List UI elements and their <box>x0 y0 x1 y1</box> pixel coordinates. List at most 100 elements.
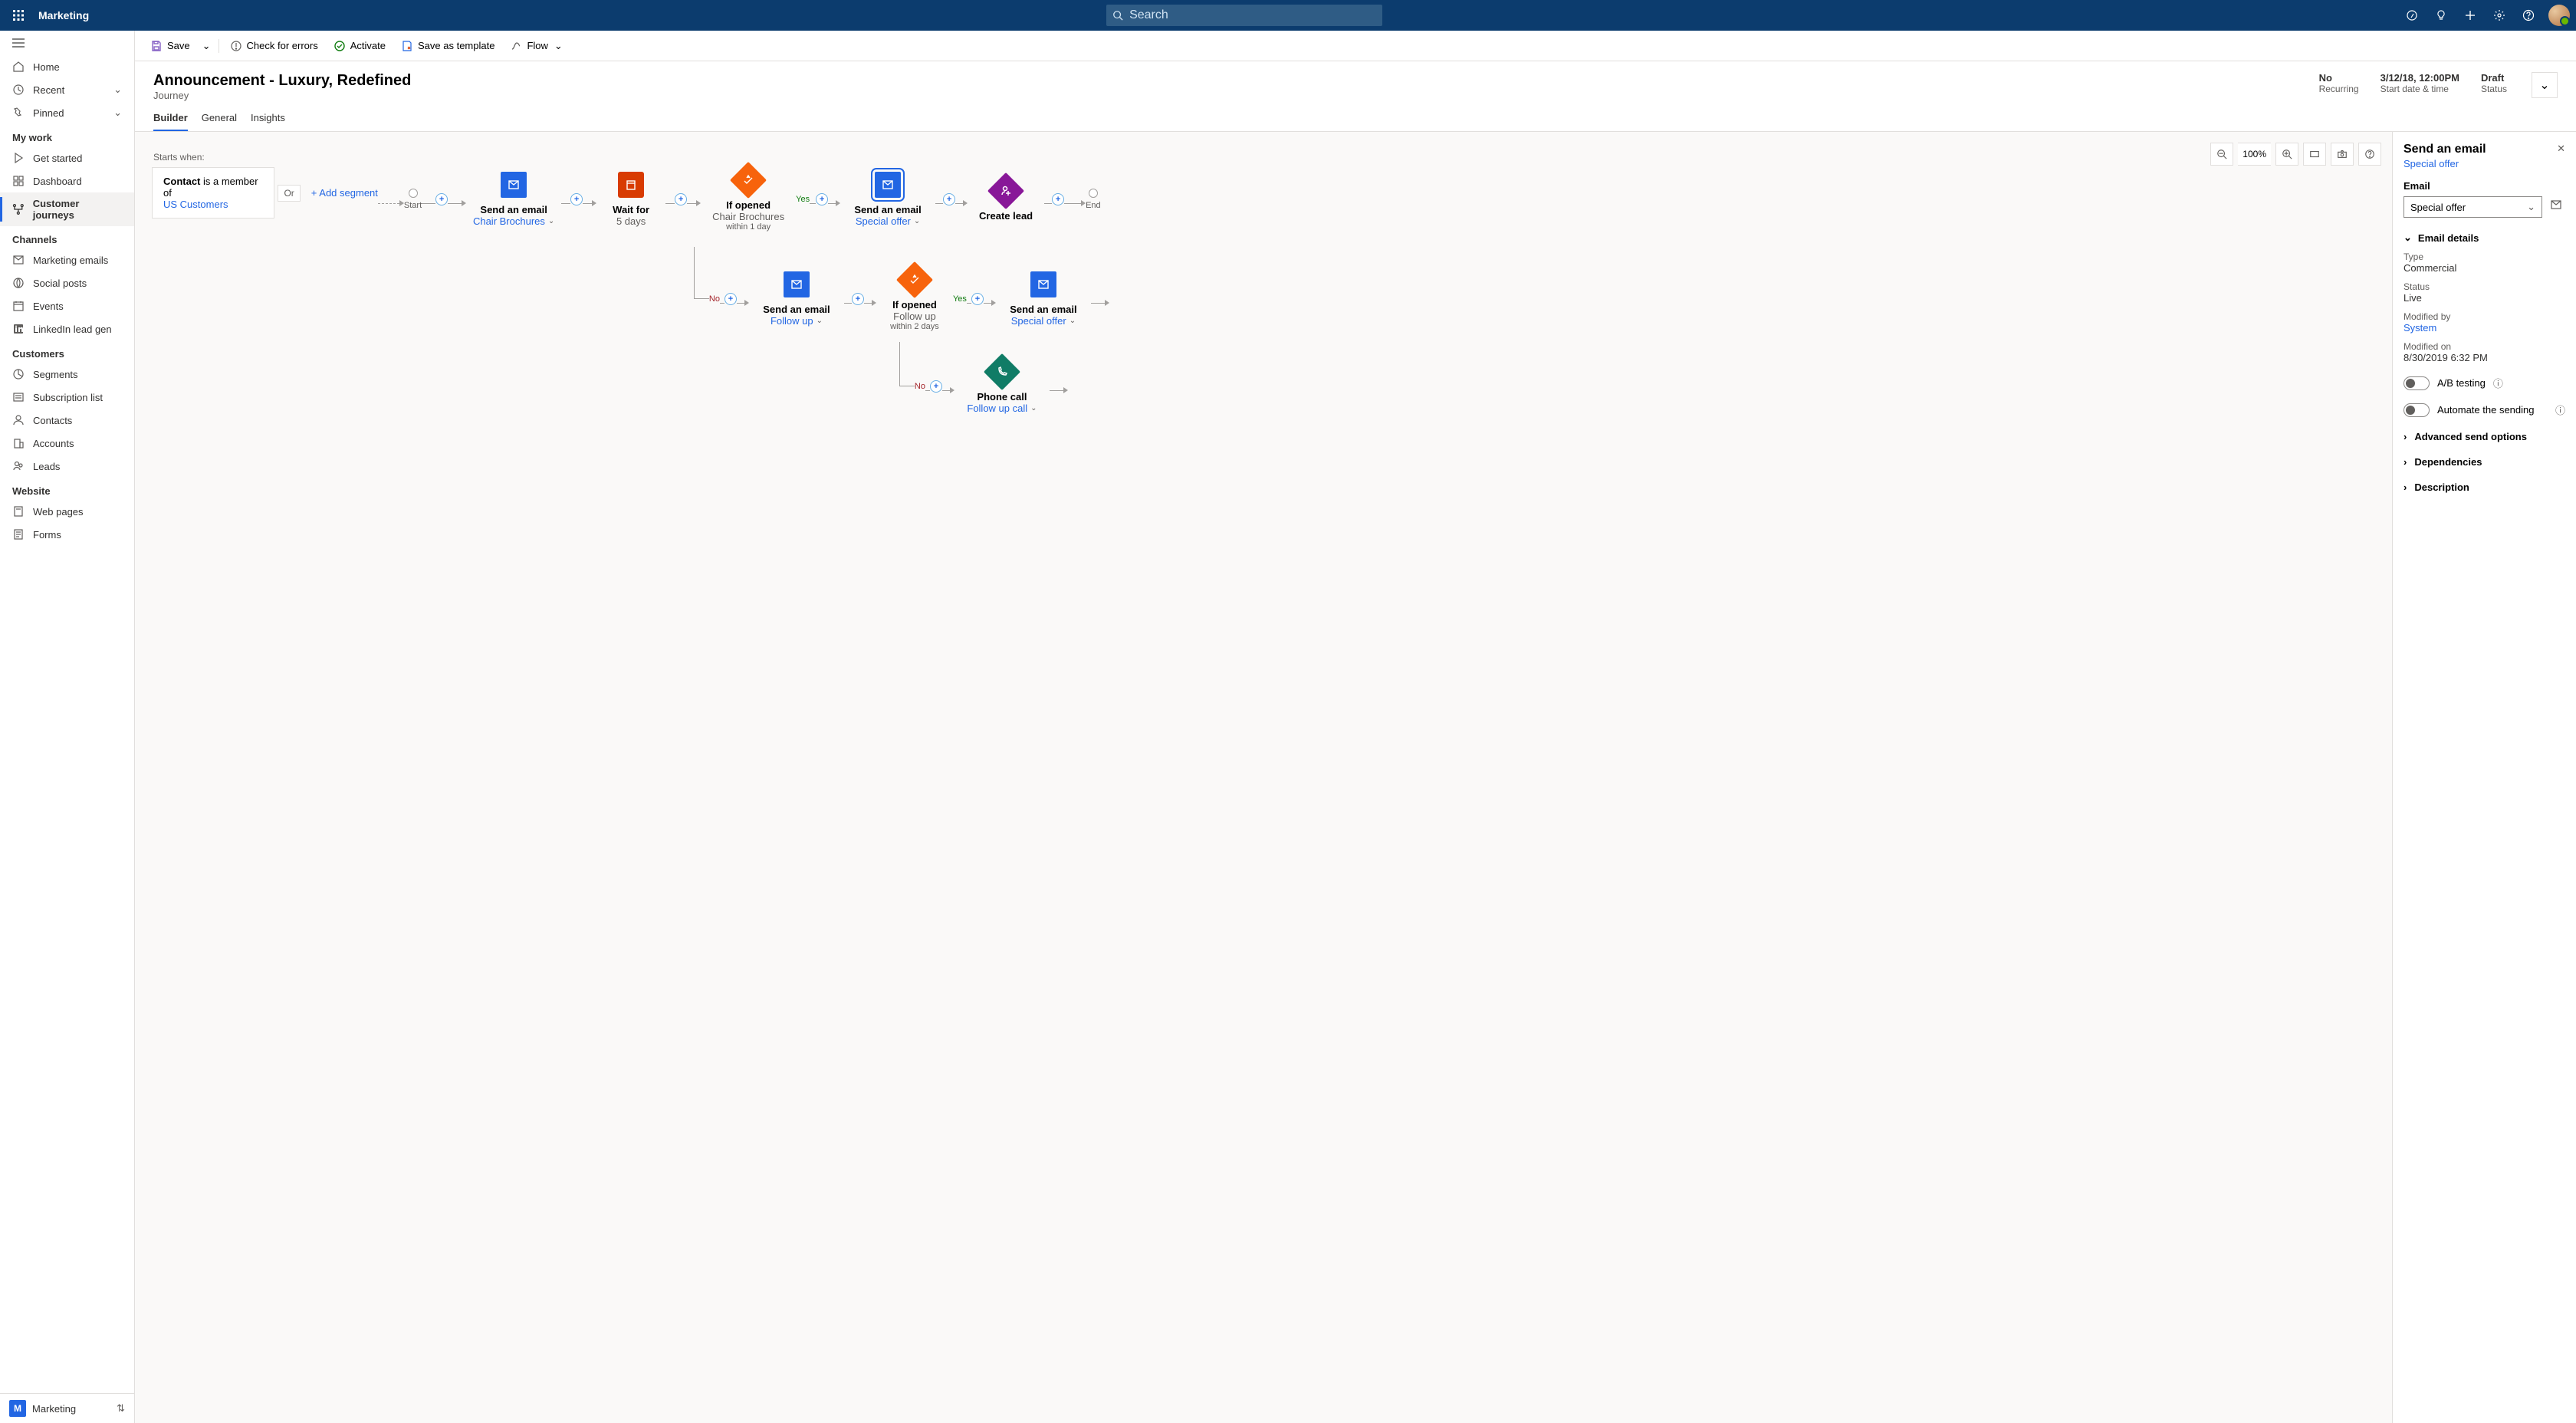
cmd-save-chevron[interactable]: ⌄ <box>199 35 214 57</box>
ab-testing-toggle[interactable] <box>2404 376 2430 390</box>
node-wait[interactable]: Wait for 5 days <box>596 172 665 227</box>
add-segment-button[interactable]: + Add segment <box>311 187 378 199</box>
area-switcher[interactable]: M Marketing ⇅ <box>0 1393 134 1423</box>
page-subtitle: Journey <box>153 90 2301 101</box>
fit-view-button[interactable] <box>2303 143 2326 166</box>
details-panel: Send an email Special offer ✕ Email Spec… <box>2392 132 2576 1423</box>
node-phone-call[interactable]: Phone call Follow up call⌄ <box>955 359 1050 414</box>
help-icon[interactable] <box>2516 3 2541 28</box>
add-tile-button[interactable]: + <box>930 380 942 393</box>
sidebar-item-contacts[interactable]: Contacts <box>0 409 134 432</box>
sidebar-item-dashboard[interactable]: Dashboard <box>0 169 134 192</box>
node-if-opened-1[interactable]: If opened Chair Brochures within 1 day <box>701 167 796 232</box>
chevron-down-icon: ⌄ <box>1030 404 1037 412</box>
add-icon[interactable] <box>2458 3 2482 28</box>
add-tile-button[interactable]: + <box>971 293 984 305</box>
global-search[interactable]: Search <box>1106 5 1382 26</box>
segment-link[interactable]: US Customers <box>163 199 228 210</box>
tab-general[interactable]: General <box>202 106 237 131</box>
add-tile-button[interactable]: + <box>1052 193 1064 205</box>
chevron-down-icon: ⌄ <box>2527 201 2535 213</box>
node-send-email-2[interactable]: Send an email Special offer⌄ <box>840 172 935 227</box>
cmd-activate[interactable]: Activate <box>327 35 392 57</box>
journey-canvas[interactable]: 100% Starts when: Contact is a member of… <box>135 132 2392 1423</box>
sidebar-item-home[interactable]: Home <box>0 55 134 78</box>
sidebar-item-events[interactable]: Events <box>0 294 134 317</box>
meta-recurring-lbl: Recurring <box>2319 84 2359 94</box>
segment-card[interactable]: Contact is a member of US Customers <box>152 167 274 219</box>
dependencies-section[interactable]: ›Dependencies <box>2404 456 2565 468</box>
node-send-email-1[interactable]: Send an email Chair Brochures⌄ <box>466 172 561 227</box>
zoom-in-button[interactable] <box>2275 143 2298 166</box>
sidebar-item-customer-journeys[interactable]: Customer journeys <box>0 192 134 226</box>
app-launcher-icon[interactable] <box>6 9 31 21</box>
sidebar-item-subscription-list[interactable]: Subscription list <box>0 386 134 409</box>
hamburger-icon[interactable] <box>0 31 134 55</box>
header-expand-button[interactable]: ⌄ <box>2532 72 2558 98</box>
node-send-email-4[interactable]: Send an email Special offer⌄ <box>996 271 1091 327</box>
panel-subtitle[interactable]: Special offer <box>2404 158 2557 169</box>
node-send-email-3[interactable]: Send an email Follow up⌄ <box>749 271 844 327</box>
sidebar-item-forms[interactable]: Forms <box>0 523 134 546</box>
cmd-check-errors[interactable]: Check for errors <box>224 35 324 57</box>
sidebar-item-web-pages[interactable]: Web pages <box>0 500 134 523</box>
sidebar-item-pinned[interactable]: Pinned⌄ <box>0 101 134 124</box>
add-tile-button[interactable]: + <box>816 193 828 205</box>
tab-builder[interactable]: Builder <box>153 106 188 131</box>
branch-yes: Yes <box>953 294 967 304</box>
cmd-flow[interactable]: Flow⌄ <box>504 35 568 57</box>
sidebar-item-marketing-emails[interactable]: Marketing emails <box>0 248 134 271</box>
global-navbar: Marketing Search <box>0 0 2576 31</box>
email-select[interactable]: Special offer⌄ <box>2404 196 2542 218</box>
add-tile-button[interactable]: + <box>943 193 955 205</box>
sidebar-section-channels: Channels <box>0 226 134 248</box>
sidebar-item-leads[interactable]: Leads <box>0 455 134 478</box>
start-node <box>409 189 418 198</box>
add-tile-button[interactable]: + <box>435 193 448 205</box>
lightbulb-icon[interactable] <box>2429 3 2453 28</box>
area-chip: M <box>9 1400 26 1417</box>
sidebar-item-segments[interactable]: Segments <box>0 363 134 386</box>
chevron-down-icon: ⌄ <box>113 107 122 119</box>
record-header: Announcement - Luxury, Redefined Journey… <box>135 61 2576 106</box>
chevron-right-icon: › <box>2404 431 2407 442</box>
close-icon[interactable]: ✕ <box>2557 143 2565 155</box>
cmd-save-as-template[interactable]: Save as template <box>395 35 501 57</box>
branch-no: No <box>915 382 925 391</box>
sidebar-item-get-started[interactable]: Get started <box>0 146 134 169</box>
sidebar-item-linkedin[interactable]: LinkedIn lead gen <box>0 317 134 340</box>
sidebar-section-mywork: My work <box>0 124 134 146</box>
adv-send-options-section[interactable]: ›Advanced send options <box>2404 431 2565 442</box>
zoom-level[interactable]: 100% <box>2238 143 2271 166</box>
tab-insights[interactable]: Insights <box>251 106 285 131</box>
chevron-right-icon: › <box>2404 456 2407 468</box>
info-icon[interactable]: ⓘ <box>2555 403 2565 417</box>
zoom-out-button[interactable] <box>2210 143 2233 166</box>
info-icon[interactable]: ⓘ <box>2493 376 2503 390</box>
node-if-opened-2[interactable]: If opened Follow up within 2 days <box>876 267 953 331</box>
email-field-label: Email <box>2404 180 2565 192</box>
chevron-down-icon: ⌄ <box>202 40 211 52</box>
automate-toggle[interactable] <box>2404 403 2430 417</box>
sidebar-item-accounts[interactable]: Accounts <box>0 432 134 455</box>
lookup-icon[interactable] <box>2547 196 2565 214</box>
app-title: Marketing <box>38 9 89 21</box>
add-tile-button[interactable]: + <box>675 193 687 205</box>
add-tile-button[interactable]: + <box>852 293 864 305</box>
branch-yes: Yes <box>796 195 810 204</box>
feedback-icon[interactable] <box>2400 3 2424 28</box>
chevron-down-icon: ⌄ <box>2539 77 2549 93</box>
sidebar-item-social-posts[interactable]: Social posts <box>0 271 134 294</box>
user-avatar[interactable] <box>2548 5 2570 26</box>
settings-icon[interactable] <box>2487 3 2512 28</box>
cmd-save[interactable]: Save <box>144 35 196 57</box>
add-tile-button[interactable]: + <box>724 293 737 305</box>
add-tile-button[interactable]: + <box>570 193 583 205</box>
modified-by-link[interactable]: System <box>2404 322 2565 334</box>
snapshot-button[interactable] <box>2331 143 2354 166</box>
sidebar-item-recent[interactable]: Recent⌄ <box>0 78 134 101</box>
canvas-help-button[interactable] <box>2358 143 2381 166</box>
node-create-lead[interactable]: Create lead <box>968 178 1044 222</box>
email-details-section[interactable]: ⌄Email details <box>2404 232 2565 244</box>
description-section[interactable]: ›Description <box>2404 481 2565 493</box>
